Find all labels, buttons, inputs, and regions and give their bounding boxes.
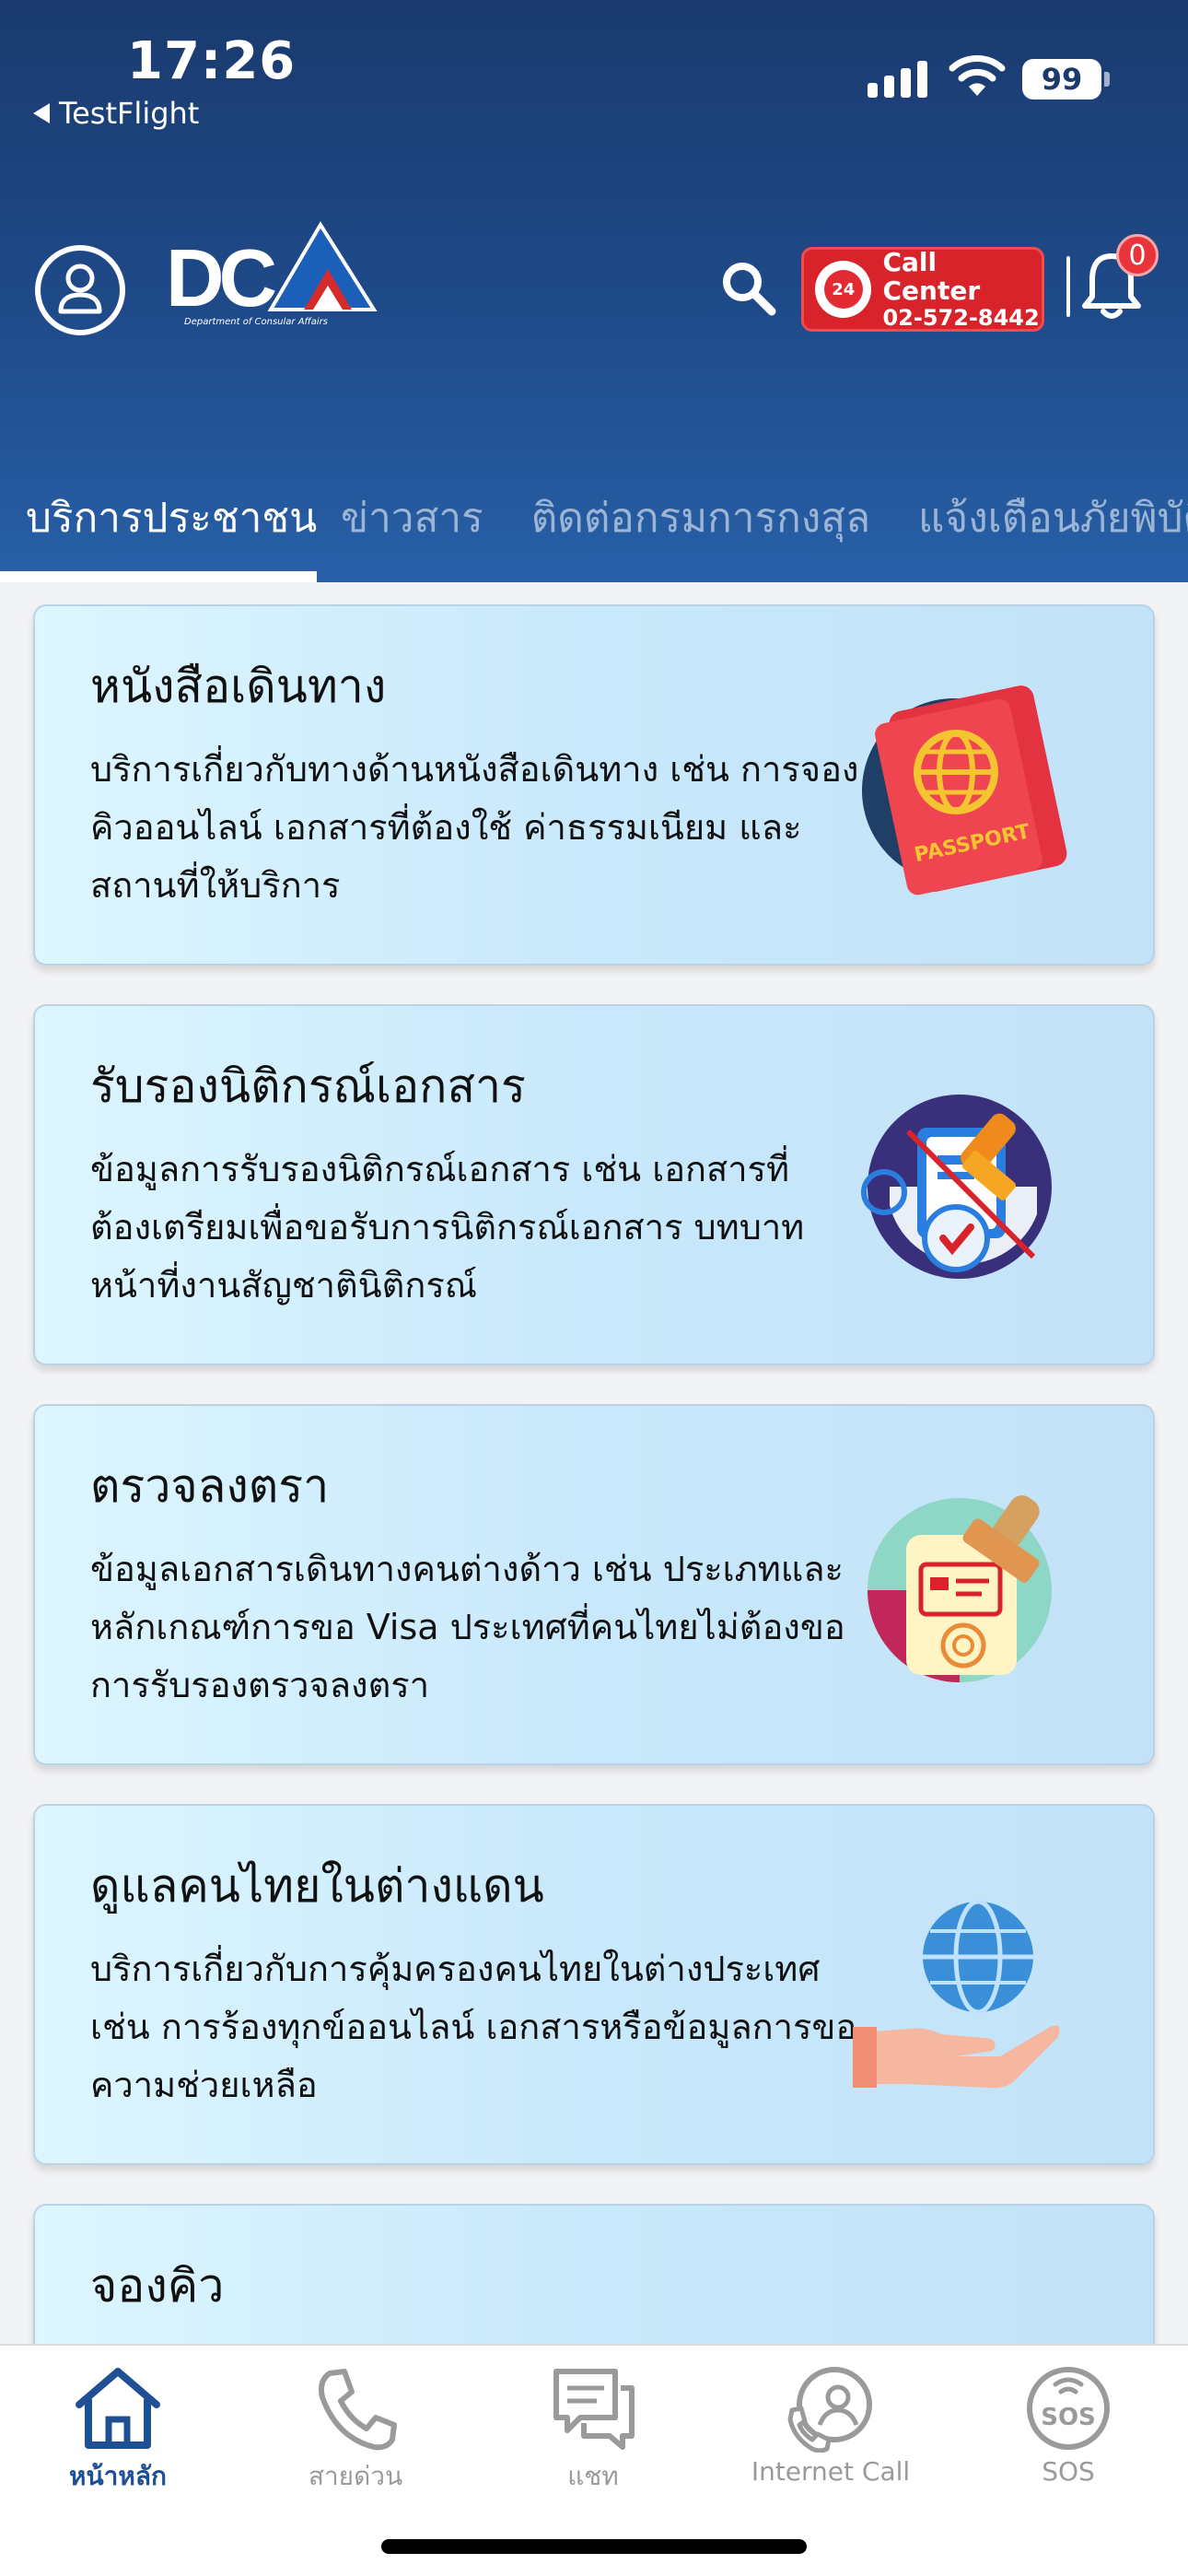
back-arrow-icon <box>33 103 50 123</box>
sos-icon: SOS <box>1027 2367 1110 2450</box>
calendar-icon <box>853 2276 1074 2344</box>
dca-logo-mark: DC <box>166 221 378 322</box>
card-description: บริการเกี่ยวกับการคุ้มครองคนไทยในต่างประ… <box>90 1949 857 2105</box>
search-icon[interactable] <box>718 258 777 317</box>
nav-internet-call[interactable]: Internet Call <box>729 2364 932 2487</box>
nav-label: SOS <box>1042 2456 1095 2487</box>
back-app-label: TestFlight <box>59 96 200 131</box>
nav-home[interactable]: หน้าหลัก <box>17 2364 219 2497</box>
service-card-visa[interactable]: ตรวจลงตรา ข้อมูลเอกสารเดินทางคนต่างด้าว … <box>33 1404 1155 1765</box>
user-icon <box>58 263 102 314</box>
battery-tip <box>1104 72 1110 87</box>
service-list: หนังสือเดินทาง บริการเกี่ยวกับทางด้านหนั… <box>0 582 1188 2344</box>
home-indicator[interactable] <box>381 2539 807 2554</box>
globe-hand-icon <box>853 1899 1060 2089</box>
back-to-testflight-link[interactable]: TestFlight <box>33 96 199 131</box>
dca-logo: DC Department of Consular Affairs <box>166 221 387 332</box>
nav-label: Internet Call <box>751 2456 911 2487</box>
tab-disaster-alert[interactable]: แจ้งเตือนภัยพิบัติ <box>894 477 1188 582</box>
notification-badge: 0 <box>1116 234 1159 276</box>
app-header: 17:26 TestFlight 99 DC Department of Con… <box>0 0 1188 582</box>
card-description: ข้อมูลเอกสารเดินทางคนต่างด้าว เช่น ประเภ… <box>90 1549 845 1705</box>
passport-icon: PASSPORT <box>862 685 1067 896</box>
tab-news[interactable]: ข่าวสาร <box>317 477 507 582</box>
service-card-thai-abroad[interactable]: ดูแลคนไทยในต่างแดน บริการเกี่ยวกับการคุ้… <box>33 1804 1155 2165</box>
service-card-legalization[interactable]: รับรองนิติกรณ์เอกสาร ข้อมูลการรับรองนิติ… <box>33 1004 1155 1365</box>
internet-call-icon <box>787 2367 872 2453</box>
call-badge-text: 24 <box>823 270 863 309</box>
card-title: ตรวจลงตรา <box>90 1459 330 1513</box>
nav-sos[interactable]: SOS SOS <box>967 2364 1170 2487</box>
nav-hotline[interactable]: สายด่วน <box>254 2364 457 2497</box>
phone-24h-icon: 24 <box>815 261 872 318</box>
card-description: บริการเกี่ยวกับทางด้านหนังสือเดินทาง เช่… <box>90 749 859 906</box>
header-divider <box>1066 256 1070 317</box>
visa-stamp-icon <box>868 1495 1052 1682</box>
nav-label: สายด่วน <box>308 2461 403 2491</box>
tab-contact-department[interactable]: ติดต่อกรมการกงสุล <box>507 477 894 582</box>
sos-icon-text: SOS <box>1041 2404 1096 2431</box>
svg-text:DC: DC <box>166 232 276 322</box>
call-center-button[interactable]: 24 Call Center 02-572-8442 <box>801 247 1044 332</box>
tab-public-services[interactable]: บริการประชาชน <box>0 477 317 582</box>
call-center-title: Call Center <box>882 247 981 306</box>
logo-subtitle: Department of Consular Affairs <box>184 317 328 327</box>
card-title: หนังสือเดินทาง <box>90 660 387 713</box>
battery-indicator: 99 <box>1022 59 1101 100</box>
service-card-queue-booking[interactable]: จองคิว <box>33 2204 1155 2344</box>
cellular-signal-icon <box>868 59 927 98</box>
call-center-number: 02-572-8442 <box>882 304 1040 331</box>
nav-label: หน้าหลัก <box>69 2461 167 2491</box>
chat-icon <box>553 2369 635 2450</box>
nav-chat[interactable]: แชท <box>492 2364 694 2497</box>
profile-avatar-button[interactable] <box>35 245 125 335</box>
status-bar: 17:26 TestFlight 99 <box>0 0 1188 138</box>
status-time: 17:26 <box>127 31 297 91</box>
card-description: ข้อมูลการรับรองนิติกรณ์เอกสาร เช่น เอกสา… <box>90 1149 805 1306</box>
card-title: ดูแลคนไทยในต่างแดน <box>90 1859 544 1913</box>
home-icon <box>76 2368 160 2449</box>
service-card-passport[interactable]: หนังสือเดินทาง บริการเกี่ยวกับทางด้านหนั… <box>33 604 1155 966</box>
phone-icon <box>319 2369 397 2451</box>
wifi-icon <box>949 55 1006 96</box>
document-stamp-icon <box>861 1095 1052 1279</box>
card-title: รับรองนิติกรณ์เอกสาร <box>90 1060 526 1113</box>
nav-label: แชท <box>567 2461 619 2491</box>
category-tabs: บริการประชาชน ข่าวสาร ติดต่อกรมการกงสุล … <box>0 477 1188 582</box>
card-title: จองคิว <box>90 2259 225 2313</box>
